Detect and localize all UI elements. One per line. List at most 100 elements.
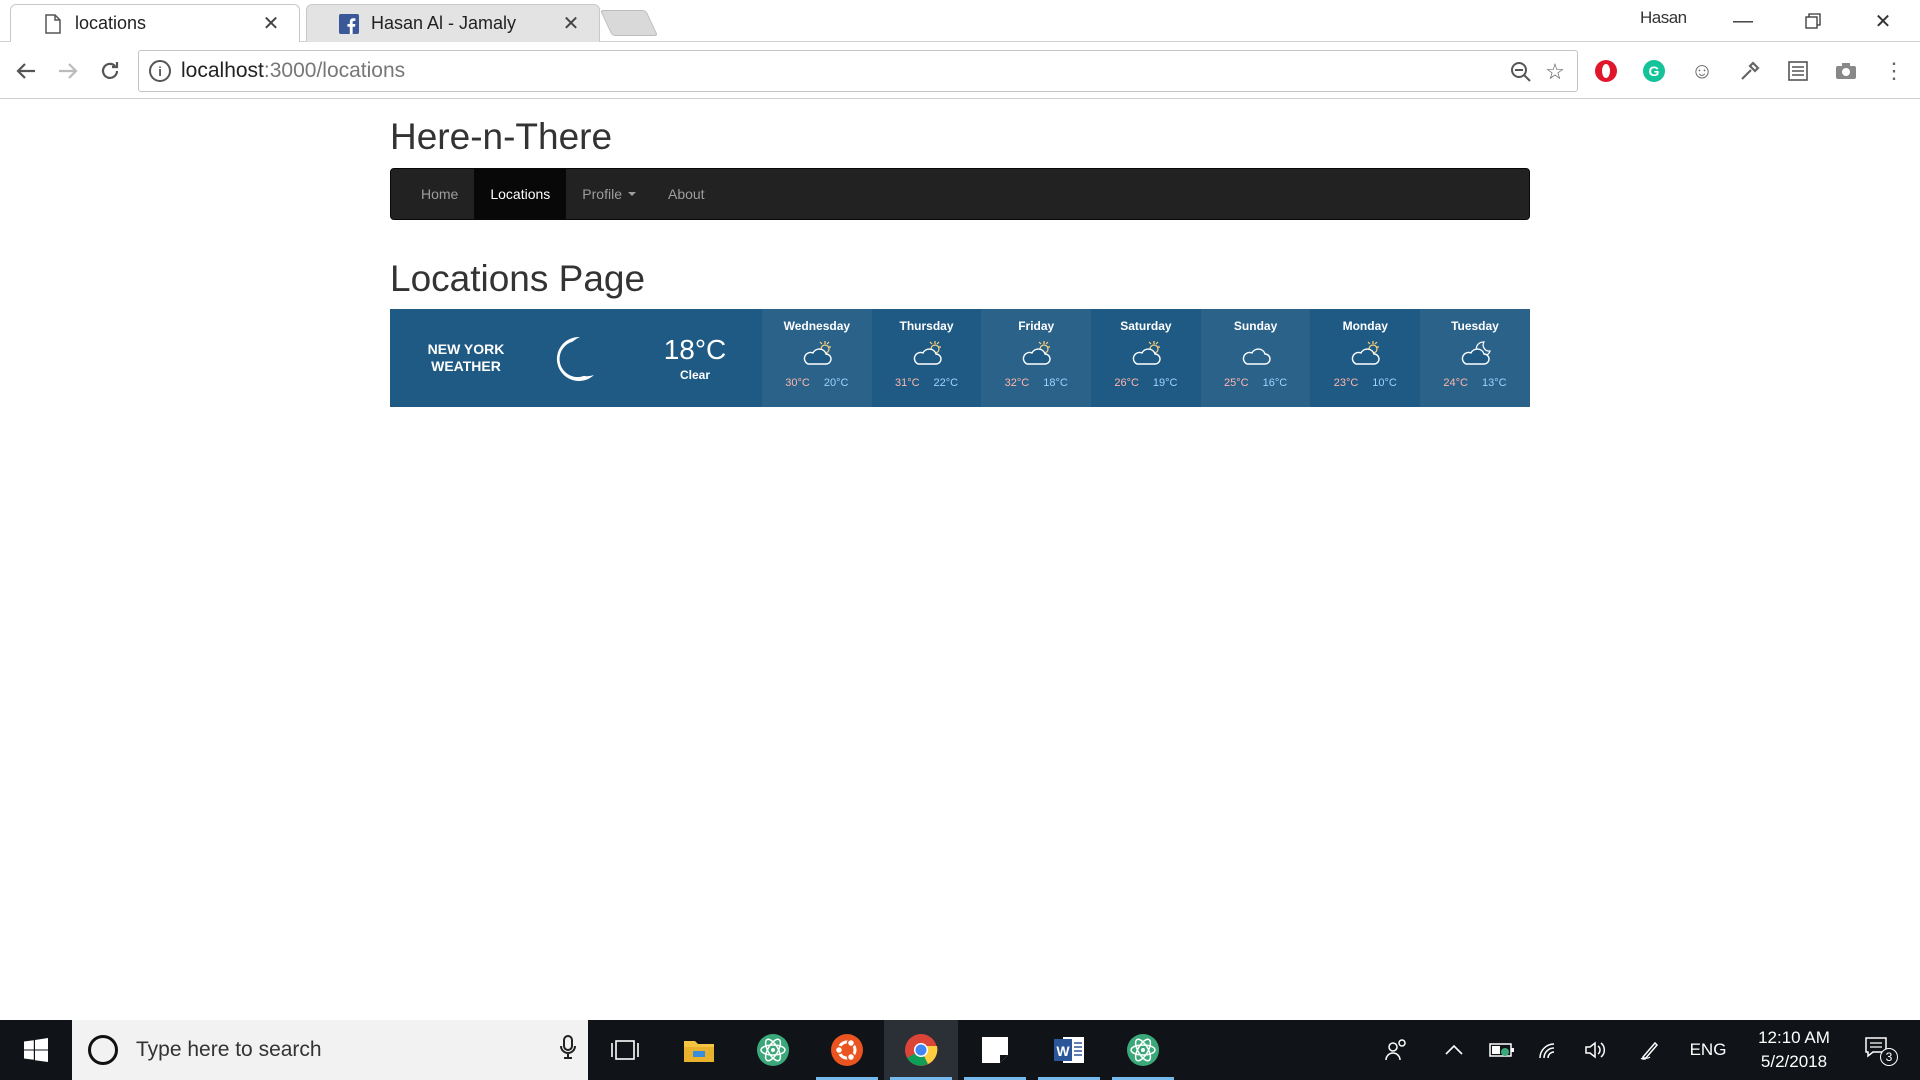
people-icon[interactable] — [1376, 1020, 1416, 1080]
search-placeholder: Type here to search — [136, 1038, 322, 1061]
atom-icon[interactable] — [1106, 1020, 1180, 1080]
windows-taskbar: Type here to search W ENG 12:10 AM 5/2/2… — [0, 1020, 1920, 1080]
current-condition: Clear — [679, 368, 711, 382]
wifi-icon[interactable] — [1532, 1020, 1568, 1080]
microphone-icon[interactable] — [548, 1035, 588, 1065]
site-navbar: Home Locations Profile About — [390, 168, 1530, 220]
cortana-icon[interactable] — [88, 1035, 118, 1065]
close-icon[interactable]: ✕ — [561, 11, 581, 36]
sticky-notes-icon[interactable] — [958, 1020, 1032, 1080]
facebook-icon — [339, 13, 359, 34]
camera-icon[interactable] — [1830, 55, 1862, 87]
low-temp: 10°C — [1372, 377, 1397, 389]
forward-arrow-icon[interactable] — [50, 53, 86, 89]
forecast-day: Friday 32°C 18°C — [981, 309, 1092, 407]
back-arrow-icon[interactable] — [8, 53, 44, 89]
partly-cloudy-icon — [799, 339, 835, 369]
page-content: Here-n-There Home Locations Profile Abou… — [0, 100, 1920, 1020]
taskbar-clock[interactable]: 12:10 AM 5/2/2018 — [1744, 1026, 1844, 1074]
partly-cloudy-icon — [1018, 339, 1054, 369]
nav-locations[interactable]: Locations — [474, 169, 567, 219]
current-weather: 18°C Clear — [630, 309, 760, 407]
high-temp: 26°C — [1114, 377, 1139, 389]
bookmark-star-icon[interactable]: ☆ — [1543, 59, 1567, 84]
close-icon[interactable]: ✕ — [261, 11, 281, 36]
day-name: Tuesday — [1451, 319, 1499, 333]
nav-profile-label: Profile — [582, 186, 622, 202]
address-bar[interactable]: i localhost:3000/locations ☆ — [138, 50, 1578, 92]
low-temp: 16°C — [1262, 377, 1288, 389]
low-temp: 20°C — [823, 377, 849, 389]
language-indicator[interactable]: ENG — [1680, 1020, 1736, 1080]
zoom-icon[interactable] — [1509, 60, 1533, 84]
menu-dots-icon[interactable]: ⋮ — [1878, 55, 1910, 87]
new-tab-button[interactable] — [599, 10, 659, 36]
city-name: NEW YORK — [427, 341, 505, 357]
pen-icon[interactable] — [1632, 1020, 1668, 1080]
site-title: Here-n-There — [390, 116, 613, 157]
svg-text:W: W — [1056, 1043, 1070, 1059]
tab-title: Hasan Al - Jamaly — [371, 13, 517, 33]
taskbar-search[interactable]: Type here to search — [72, 1020, 588, 1080]
svg-text:G: G — [1649, 63, 1660, 79]
reader-icon[interactable] — [1782, 55, 1814, 87]
url-path: :3000/locations — [263, 59, 406, 82]
ubuntu-icon[interactable] — [810, 1020, 884, 1080]
page-icon — [43, 13, 63, 34]
high-temp: 30°C — [785, 377, 810, 389]
caret-down-icon — [627, 192, 636, 196]
low-temp: 13°C — [1481, 377, 1507, 389]
nav-about[interactable]: About — [652, 169, 721, 219]
info-icon[interactable]: i — [149, 60, 171, 82]
high-temp: 23°C — [1333, 377, 1359, 389]
day-temps: 32°C 18°C — [1005, 377, 1068, 389]
cloud-icon — [1238, 339, 1274, 369]
day-name: Thursday — [899, 319, 954, 333]
action-center-icon[interactable]: 3 — [1852, 1020, 1908, 1080]
current-temp: 18°C — [663, 334, 727, 365]
eyedropper-icon[interactable] — [1734, 55, 1766, 87]
weather-widget[interactable]: NEW YORK WEATHER 18°C Clear Wednesday 30°… — [390, 309, 1530, 407]
high-temp: 25°C — [1224, 377, 1249, 389]
forecast-day: Wednesday 30°C 20°C — [762, 309, 872, 407]
nav-profile-dropdown[interactable]: Profile — [566, 169, 652, 219]
clock-date: 5/2/2018 — [1760, 1052, 1828, 1071]
browser-toolbar: i localhost:3000/locations ☆ G ☺ ⋮ — [0, 43, 1920, 99]
atom-icon[interactable] — [736, 1020, 810, 1080]
partly-cloudy-night-icon — [1457, 339, 1493, 369]
extension-face-icon[interactable]: ☺ — [1686, 55, 1718, 87]
reload-icon[interactable] — [92, 53, 128, 89]
low-temp: 22°C — [933, 377, 959, 389]
file-explorer-icon[interactable] — [662, 1020, 736, 1080]
day-name: Wednesday — [783, 319, 851, 333]
windows-start-icon[interactable] — [0, 1020, 72, 1080]
close-window-icon[interactable]: ✕ — [1848, 0, 1918, 42]
task-view-icon[interactable] — [588, 1020, 662, 1080]
battery-icon[interactable] — [1484, 1020, 1520, 1080]
nav-home[interactable]: Home — [391, 169, 474, 219]
opera-icon[interactable] — [1590, 55, 1622, 87]
minimize-icon[interactable]: — — [1708, 0, 1778, 42]
grammarly-icon[interactable]: G — [1638, 55, 1670, 87]
word-icon[interactable]: W — [1032, 1020, 1106, 1080]
moon-icon — [550, 331, 606, 387]
volume-icon[interactable] — [1578, 1020, 1614, 1080]
tab-locations[interactable]: locations ✕ — [10, 4, 300, 42]
forecast-day: Sunday 25°C 16°C — [1200, 309, 1311, 407]
profile-name[interactable]: Hasan — [1640, 8, 1687, 28]
high-temp: 31°C — [894, 377, 920, 389]
url-host: localhost — [181, 59, 264, 82]
tab-facebook[interactable]: Hasan Al - Jamaly ✕ — [306, 4, 600, 42]
chrome-icon[interactable] — [884, 1020, 958, 1080]
high-temp: 32°C — [1004, 377, 1030, 389]
day-name: Monday — [1342, 319, 1388, 333]
chevron-up-icon[interactable] — [1436, 1020, 1472, 1080]
partly-cloudy-icon — [909, 339, 945, 369]
day-temps: 23°C 10°C — [1334, 377, 1397, 389]
partly-cloudy-icon — [1128, 339, 1164, 369]
day-temps: 25°C 16°C — [1224, 377, 1287, 389]
restore-icon[interactable] — [1778, 0, 1848, 42]
day-name: Saturday — [1120, 319, 1172, 333]
day-temps: 24°C 13°C — [1443, 377, 1506, 389]
forecast-day: Tuesday 24°C 13°C — [1420, 309, 1530, 407]
